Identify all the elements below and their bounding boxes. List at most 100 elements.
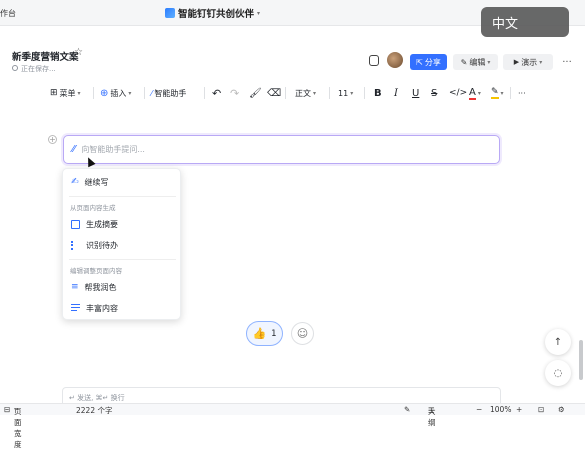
ai-prompt-input[interactable] bbox=[81, 145, 462, 154]
chevron-down-icon: ▾ bbox=[487, 58, 491, 66]
menu-item-polish[interactable]: ≡ 帮我润色 bbox=[63, 278, 182, 296]
menu-item-enrich[interactable]: 丰富内容 bbox=[63, 299, 182, 317]
outline-label: 大纲 bbox=[428, 407, 436, 427]
word-count: 2222 个字 bbox=[76, 406, 113, 415]
language-badge[interactable]: 中文 bbox=[481, 7, 569, 37]
text-color-button[interactable]: A ▾ bbox=[469, 82, 481, 104]
back-to-top-icon[interactable]: ↑ bbox=[545, 329, 571, 355]
like-reaction[interactable]: 👍 1 bbox=[246, 321, 283, 346]
todo-list-icon bbox=[71, 240, 80, 250]
play-icon: ▶ bbox=[513, 58, 520, 66]
pencil-icon: ✎ bbox=[460, 57, 468, 67]
format-painter-icon[interactable]: 🖌 bbox=[249, 82, 262, 104]
like-count: 1 bbox=[271, 328, 277, 339]
chevron-down-icon: ▾ bbox=[477, 89, 481, 97]
menu-item-label: 帮我润色 bbox=[84, 282, 117, 292]
text-color-icon: A bbox=[469, 86, 476, 100]
share-button[interactable]: ⇱ 分享 bbox=[410, 54, 447, 70]
toolbar-more-button[interactable]: ··· bbox=[518, 82, 526, 104]
italic-icon[interactable]: I bbox=[394, 82, 398, 104]
insert-button[interactable]: ⊕ 插入 ▾ bbox=[100, 82, 131, 104]
chevron-down-icon: ▾ bbox=[128, 89, 132, 97]
page-width-icon[interactable]: ⊟ bbox=[4, 405, 10, 414]
text-style-value: 正文 bbox=[295, 88, 311, 98]
undo-icon[interactable]: ↶ bbox=[212, 82, 221, 104]
edit-mode-button[interactable]: ✎ 编辑 ▾ bbox=[453, 54, 498, 70]
ai-assistant-label: 智能助手 bbox=[154, 88, 187, 98]
text-style-select[interactable]: 正文 ▾ bbox=[295, 82, 316, 104]
toolbar-divider bbox=[285, 87, 286, 99]
sparkle-lines-icon: ≡ bbox=[71, 282, 79, 292]
doc-title[interactable]: 新季度营销文案 bbox=[12, 49, 79, 63]
share-label: 分享 bbox=[424, 57, 441, 67]
summary-icon bbox=[71, 219, 80, 229]
insert-label: 插入 bbox=[110, 88, 127, 98]
menu-item-label: 丰富内容 bbox=[86, 303, 118, 313]
chevron-down-icon: ▾ bbox=[313, 89, 317, 97]
magic-wand-icon: ⁄ bbox=[151, 88, 153, 98]
clip-icon[interactable] bbox=[369, 55, 379, 66]
ai-prompt-box[interactable]: ⁄⁄ bbox=[63, 135, 500, 164]
ai-command-menu: ✍ 继续写 从页面内容生成 生成摘要 识别待办 编辑调整页面内容 ≡ 帮我润色 … bbox=[62, 168, 181, 320]
font-size-select[interactable]: 11 ▾ bbox=[338, 82, 353, 104]
save-status: 正在保存... bbox=[12, 64, 56, 74]
toolbar-divider bbox=[329, 87, 330, 99]
add-circle-icon: ⊕ bbox=[100, 87, 109, 99]
menu-item-identify-todos[interactable]: 识别待办 bbox=[63, 236, 182, 254]
highlight-button[interactable]: ✎ ▾ bbox=[491, 82, 504, 104]
scrollbar[interactable] bbox=[579, 340, 583, 380]
app-title-text: 智能钉钉共创伙伴 bbox=[178, 9, 255, 20]
star-icon[interactable]: ☆ bbox=[74, 47, 83, 58]
edit-label: 编辑 bbox=[469, 57, 486, 67]
grid-icon: ⊞ bbox=[50, 88, 58, 98]
comment-input[interactable] bbox=[69, 394, 369, 402]
chevron-down-icon: ▾ bbox=[539, 58, 543, 66]
settings-icon[interactable]: ⚙ bbox=[558, 405, 565, 414]
menu-item-label: 识别待办 bbox=[86, 240, 118, 250]
present-label: 演示 bbox=[521, 57, 538, 67]
ai-assistant-button[interactable]: ⁄ 智能助手 bbox=[151, 82, 186, 104]
add-reaction-icon[interactable]: ☺ bbox=[291, 322, 314, 345]
font-size-value: 11 bbox=[338, 88, 349, 98]
bold-icon[interactable]: B bbox=[374, 82, 382, 104]
strikethrough-icon[interactable]: S bbox=[431, 82, 437, 104]
zoom-in-icon[interactable]: + bbox=[516, 405, 522, 414]
menu-item-label: 继续写 bbox=[84, 177, 109, 187]
saving-icon bbox=[12, 65, 18, 71]
thumbs-up-icon: 👍 bbox=[252, 327, 267, 340]
workspace-label[interactable]: 作台 bbox=[0, 8, 16, 19]
chevron-down-icon: ▾ bbox=[14, 406, 18, 413]
toolbar-divider bbox=[510, 87, 511, 99]
menu-section-header: 编辑调整页面内容 bbox=[70, 267, 122, 275]
menu-item-generate-summary[interactable]: 生成摘要 bbox=[63, 215, 182, 233]
toolbar-divider bbox=[364, 87, 365, 99]
menu-item-continue-writing[interactable]: ✍ 继续写 bbox=[63, 173, 182, 191]
eraser-icon[interactable]: ⌫ bbox=[267, 82, 281, 104]
chevron-down-icon: ▾ bbox=[257, 9, 261, 17]
pin-icon[interactable]: ✎ bbox=[404, 405, 410, 414]
chevron-down-icon: ▾ bbox=[77, 89, 81, 97]
toolbar-divider bbox=[204, 87, 205, 99]
zoom-level[interactable]: 100% bbox=[490, 405, 511, 414]
status-bar: ⊟ 页面宽度 ▾ 2222 个字 ✎ ☰ 大纲 − 100% + ⊡ ⚙ bbox=[0, 403, 585, 449]
underline-icon[interactable]: U bbox=[412, 82, 419, 104]
avatar[interactable] bbox=[387, 52, 403, 68]
app-title[interactable]: 智能钉钉共创伙伴 ▾ bbox=[165, 6, 260, 20]
code-icon[interactable]: </> bbox=[449, 82, 467, 104]
format-toolbar: ⊞ 菜单 ▾ ⊕ 插入 ▾ ⁄ 智能助手 ↶ ↷ 🖌 ⌫ 正文 ▾ 11 ▾ B… bbox=[0, 82, 585, 104]
toolbar-divider bbox=[144, 87, 145, 99]
present-button[interactable]: ▶ 演示 ▾ bbox=[503, 54, 553, 70]
more-options-button[interactable]: ··· bbox=[558, 54, 576, 70]
redo-icon[interactable]: ↷ bbox=[230, 82, 239, 104]
add-block-icon[interactable]: + bbox=[48, 135, 57, 144]
pen-lines-icon: ✍ bbox=[71, 177, 79, 187]
app-logo-icon bbox=[165, 8, 175, 18]
chevron-down-icon: ▾ bbox=[350, 89, 354, 97]
toolbar-divider bbox=[93, 87, 94, 99]
comment-icon[interactable]: ◌ bbox=[545, 360, 571, 386]
fit-page-icon[interactable]: ⊡ bbox=[538, 405, 544, 414]
menu-item-label: 生成摘要 bbox=[86, 219, 118, 229]
save-status-text: 正在保存... bbox=[21, 65, 56, 73]
zoom-out-icon[interactable]: − bbox=[476, 405, 482, 414]
menu-button[interactable]: ⊞ 菜单 ▾ bbox=[50, 82, 81, 104]
